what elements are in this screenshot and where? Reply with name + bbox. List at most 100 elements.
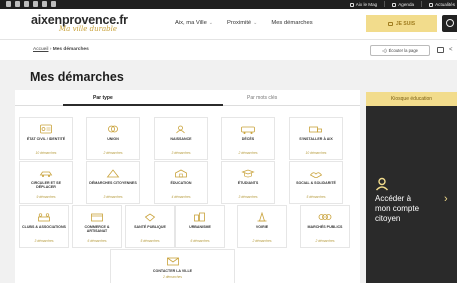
social-links <box>6 1 56 7</box>
tab-par-type[interactable]: Par type <box>63 95 222 106</box>
top-bar: Aix le Mag Agenda Actualités <box>0 0 457 9</box>
person-card-icon <box>387 21 393 26</box>
demarche-tile[interactable]: ÉTAT CIVIL / IDENTITÉ 10 démarches <box>19 117 73 160</box>
tile-count: 3 démarches <box>103 195 123 199</box>
flickr-icon[interactable] <box>51 1 56 7</box>
tent-icon <box>106 169 120 178</box>
tile-count: 4 démarches <box>171 195 191 199</box>
demarche-tile[interactable]: VOIRIE 2 démarches <box>237 205 287 248</box>
demarche-tile[interactable]: CIRCULER ET SE DÉPLACER 9 démarches <box>19 161 73 204</box>
divider <box>384 1 386 7</box>
demarches-panel: Par type Par mots clés ÉTAT CIVIL / IDEN… <box>15 90 360 283</box>
demarche-tile[interactable]: COMMERCE & ARTISANAT 6 démarches <box>72 205 122 248</box>
baby-icon <box>176 125 185 134</box>
id-card-icon <box>40 124 52 134</box>
breadcrumb-home-link[interactable]: Accueil <box>33 47 48 52</box>
tile-label: ÉDUCATION <box>170 181 192 185</box>
breadcrumb-current: Mes démarches <box>52 47 89 52</box>
je-suis-button[interactable]: JE SUIS <box>366 15 437 32</box>
tile-count: 6 démarches <box>87 239 107 243</box>
top-link-agenda[interactable]: Agenda <box>392 1 414 8</box>
demarche-tile[interactable]: NAISSANCE 3 démarches <box>154 117 208 160</box>
tile-count: 10 démarches <box>35 151 57 155</box>
demarche-tile[interactable]: CLUBS & ASSOCIATIONS 3 démarches <box>19 205 69 248</box>
tile-count: 3 démarches <box>238 195 258 199</box>
hearse-icon <box>241 126 255 134</box>
tile-label: DÉCÈS <box>241 137 255 141</box>
health-icon <box>144 213 156 222</box>
pinterest-icon[interactable] <box>42 1 47 7</box>
top-link-aix-le-mag[interactable]: Aix le Mag <box>349 1 377 8</box>
demarche-tile[interactable]: DÉMARCHES CITOYENNES 3 démarches <box>86 161 140 204</box>
share-icon[interactable]: < <box>449 47 453 53</box>
demarche-tile[interactable]: ÉDUCATION 4 démarches <box>154 161 208 204</box>
main-nav: Aix, ma Ville ⌄ Proximité ⌄ Mes démarches <box>175 20 313 26</box>
speaker-icon: ◁) <box>382 48 387 53</box>
demarche-tile[interactable]: S'INSTALLER À AIX 10 démarches <box>289 117 343 160</box>
breadcrumb: Accueil › Mes démarches <box>33 47 89 52</box>
instagram-icon[interactable] <box>6 1 11 7</box>
tile-count: 5 démarches <box>306 195 326 199</box>
tile-label: CLUBS & ASSOCIATIONS <box>22 225 66 229</box>
tile-count: 10 démarches <box>305 151 327 155</box>
tile-count: 5 démarches <box>140 239 160 243</box>
tile-count: 2 démarches <box>103 151 123 155</box>
tile-count: 3 démarches <box>34 239 54 243</box>
chevron-down-icon: ⌄ <box>208 20 213 26</box>
account-link-text: Accéder à mon compte citoyen <box>375 194 420 223</box>
tile-count: 6 démarches <box>190 239 210 243</box>
tile-label: ÉTAT CIVIL / IDENTITÉ <box>26 137 66 141</box>
search-button[interactable] <box>442 15 457 32</box>
top-link-actualites[interactable]: Actualités <box>429 1 455 8</box>
tile-label: ÉTUDIANTS <box>237 181 259 185</box>
tile-label: VOIRIE <box>255 225 269 229</box>
divider <box>421 1 423 7</box>
demarche-tile[interactable]: URBANISME 6 démarches <box>175 205 225 248</box>
tile-count: 9 démarches <box>36 195 56 199</box>
newspaper-icon <box>349 2 354 7</box>
breadcrumb-bar: Accueil › Mes démarches ◁) Écouter la pa… <box>0 39 457 60</box>
nav-item-proximite[interactable]: Proximité ⌄ <box>227 20 257 26</box>
demarche-tile[interactable]: MARCHÉS PUBLICS 2 démarches <box>300 205 350 248</box>
demarche-tile[interactable]: SANTÉ PUBLIQUE 5 démarches <box>125 205 175 248</box>
tile-label: CONTACTER LA VILLE <box>152 269 193 273</box>
twitter-icon[interactable] <box>15 1 20 7</box>
print-icon[interactable] <box>437 47 444 53</box>
chevron-right-icon: › <box>444 193 448 205</box>
mail-icon <box>166 257 179 266</box>
nav-item-aix-ma-ville[interactable]: Aix, ma Ville ⌄ <box>175 20 213 26</box>
calendar-icon <box>392 2 397 7</box>
demarche-tile[interactable]: CONTACTER LA VILLE 2 démarches <box>110 249 235 283</box>
team-icon <box>38 213 50 222</box>
tile-count: 2 démarches <box>315 239 335 243</box>
road-cone-icon <box>257 212 267 222</box>
tile-label: CIRCULER ET SE DÉPLACER <box>31 181 61 190</box>
tile-label: DÉMARCHES CITOYENNES <box>89 181 137 185</box>
tab-bar: Par type Par mots clés <box>15 90 360 106</box>
demarche-tile[interactable]: DÉCÈS 2 démarches <box>221 117 275 160</box>
contract-icon <box>318 214 332 220</box>
demarche-tile[interactable]: ÉTUDIANTS 3 démarches <box>221 161 275 204</box>
demarche-tile[interactable]: SOCIAL & SOLIDARITÉ 5 démarches <box>289 161 343 204</box>
site-logo[interactable]: aixenprovence.fr Ma ville durable <box>31 14 128 33</box>
hands-icon <box>309 172 323 178</box>
tab-par-mots-cles[interactable]: Par mots clés <box>247 95 277 101</box>
tile-label: MARCHÉS PUBLICS <box>307 225 343 229</box>
tile-label: COMMERCE & ARTISANAT <box>84 225 110 234</box>
demarche-tile[interactable]: UNION 2 démarches <box>86 117 140 160</box>
tile-count: 3 démarches <box>171 151 191 155</box>
chevron-down-icon: ⌄ <box>253 20 258 26</box>
nav-item-mes-demarches[interactable]: Mes démarches <box>271 20 312 26</box>
tile-label: S'INSTALLER À AIX <box>299 137 333 141</box>
school-icon <box>175 169 187 178</box>
listen-page-button[interactable]: ◁) Écouter la page <box>370 45 430 56</box>
tile-label: URBANISME <box>189 225 211 229</box>
tile-count: 2 démarches <box>238 151 258 155</box>
camera-icon[interactable] <box>24 1 29 7</box>
kiosque-education-tab[interactable]: Kiosque éducation <box>366 92 457 106</box>
car-icon <box>39 171 53 177</box>
page-title: Mes démarches <box>30 70 124 84</box>
youtube-icon[interactable] <box>33 1 38 7</box>
top-links: Aix le Mag Agenda Actualités <box>349 1 455 8</box>
citizen-account-panel[interactable]: Accéder à mon compte citoyen › <box>366 106 457 283</box>
